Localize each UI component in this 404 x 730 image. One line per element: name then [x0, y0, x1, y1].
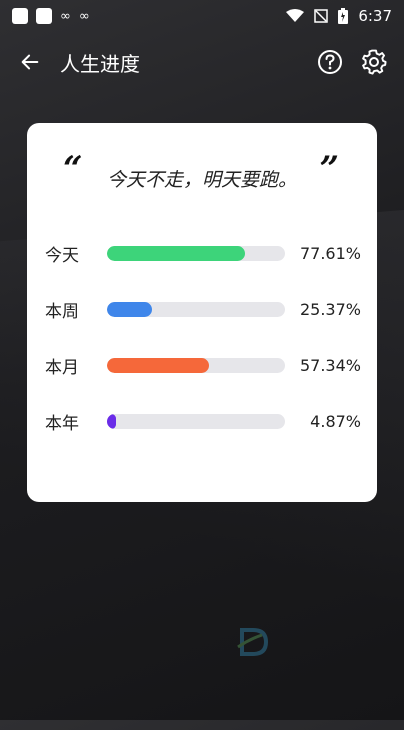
progress-row-week: 本周 25.37% [45, 281, 361, 337]
progress-track [107, 301, 285, 317]
progress-row-today: 今天 77.61% [45, 225, 361, 281]
status-right: 6:37 [286, 7, 392, 25]
progress-track [107, 413, 285, 429]
help-button[interactable] [312, 44, 348, 80]
gear-icon [362, 49, 387, 75]
infinity-icon: ∞ [78, 8, 90, 24]
progress-row-month: 本月 57.34% [45, 337, 361, 393]
progress-list: 今天 77.61% 本周 25.37% 本月 57.34% 本年 4.87% [45, 225, 361, 449]
settings-button[interactable] [356, 44, 392, 80]
open-quote-mark: “ [63, 149, 83, 189]
status-time: 6:37 [358, 7, 392, 25]
progress-label: 本月 [45, 357, 79, 378]
d-logo-icon [237, 628, 269, 656]
progress-row-year: 本年 4.87% [45, 393, 361, 449]
app-square-icon [36, 8, 52, 24]
progress-label: 本周 [45, 301, 79, 322]
progress-label: 本年 [45, 413, 79, 434]
wifi-icon [286, 9, 305, 22]
infinity-icon: ∞ [60, 8, 71, 24]
progress-fill [107, 245, 246, 261]
progress-fill [107, 301, 153, 317]
progress-fill [107, 413, 116, 429]
progress-value: 25.37% [299, 299, 361, 319]
quote-text: 今天不走，明天要跑。 [106, 168, 297, 191]
progress-label: 今天 [45, 245, 79, 266]
progress-value: 4.87% [310, 411, 361, 431]
arrow-left-icon [21, 54, 39, 70]
progress-track [107, 245, 285, 261]
progress-track [107, 357, 285, 373]
progress-card: “ 今天不走，明天要跑。 ” 今天 77.61% 本周 25.37% 本月 57… [27, 123, 377, 502]
quote: “ 今天不走，明天要跑。 ” [27, 149, 377, 203]
no-signal-icon [314, 9, 329, 23]
watermark-logo [236, 625, 270, 659]
progress-value: 57.34% [299, 355, 361, 375]
page-title: 人生进度 [60, 51, 140, 76]
battery-icon [338, 8, 349, 24]
status-bar: ∞ ∞ 6:37 [0, 0, 404, 32]
help-circle-icon [318, 50, 342, 74]
back-button[interactable] [12, 44, 48, 80]
status-left: ∞ ∞ [12, 8, 90, 24]
app-square-icon [12, 8, 28, 24]
progress-value: 77.61% [299, 243, 361, 263]
close-quote-mark: ” [319, 149, 339, 189]
progress-fill [107, 357, 210, 373]
app-bar: 人生进度 [0, 38, 404, 86]
